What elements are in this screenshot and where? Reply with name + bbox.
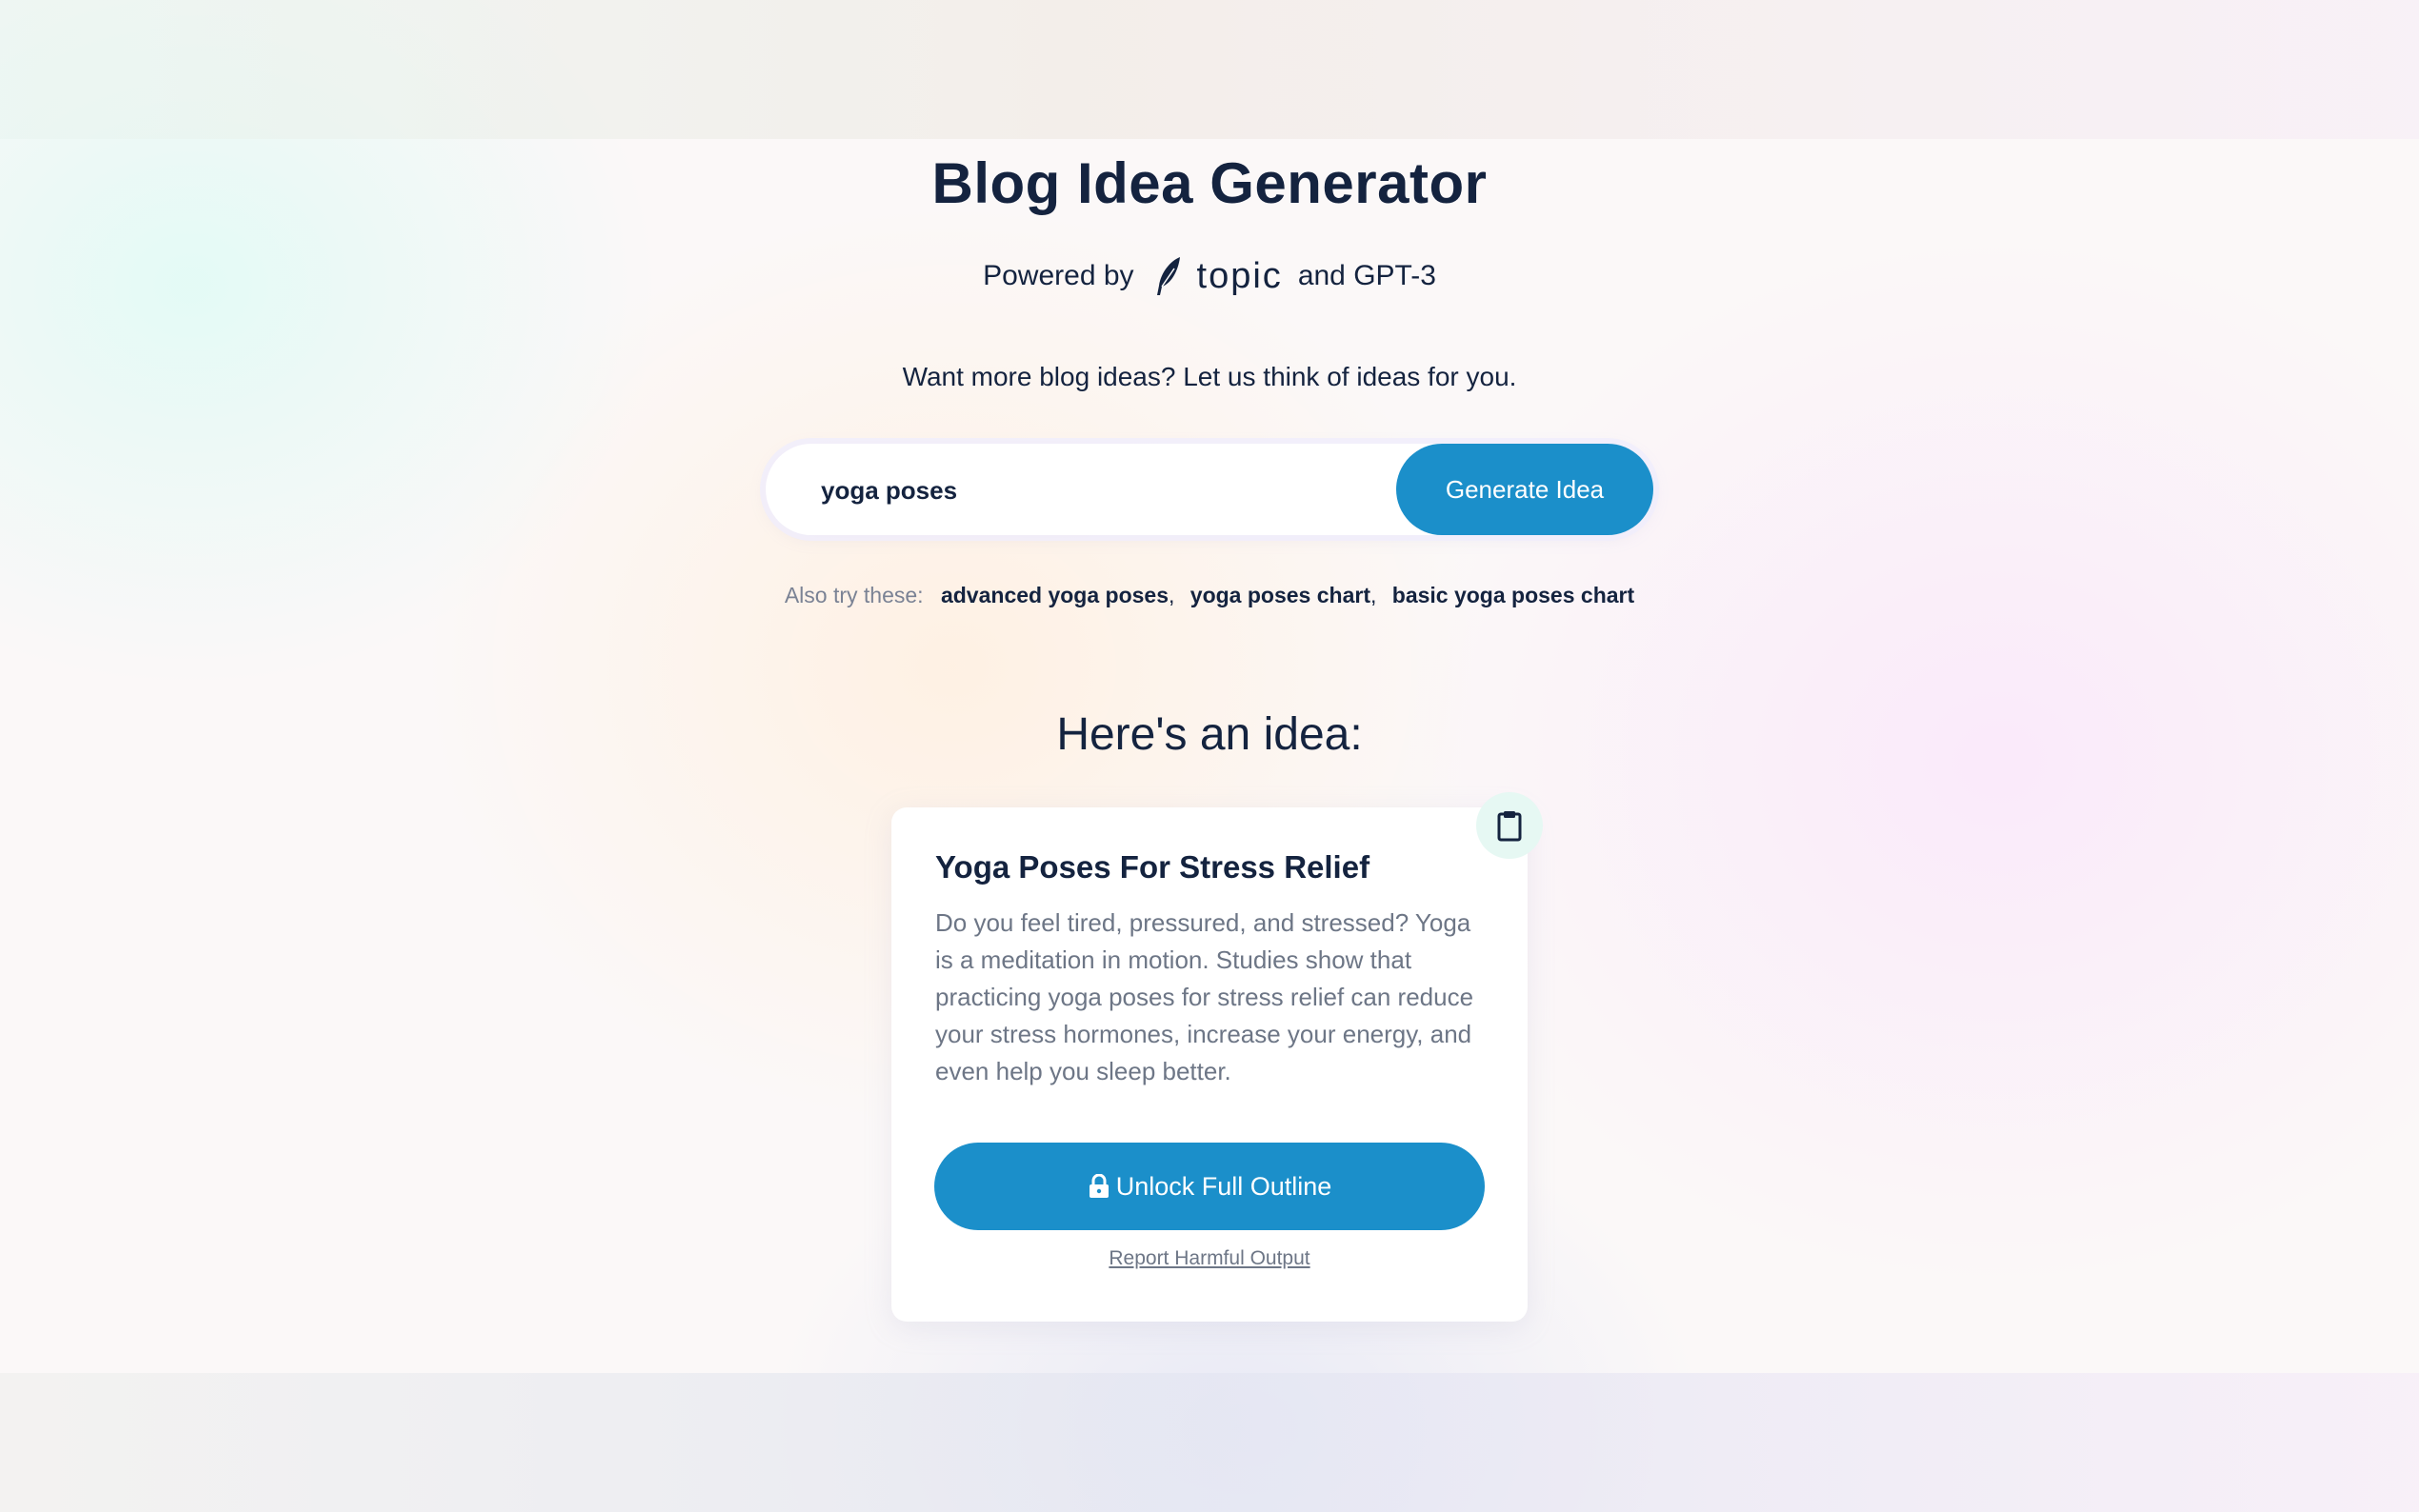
suggestions-row: Also try these: advanced yoga poses, yog…: [0, 583, 2419, 608]
suggestion-link[interactable]: advanced yoga poses: [941, 583, 1169, 607]
tagline: Want more blog ideas? Let us think of id…: [902, 362, 1517, 391]
suggestions-label: Also try these:: [784, 583, 924, 607]
unlock-label: Unlock Full Outline: [1115, 1171, 1332, 1201]
clipboard-icon: [1497, 811, 1522, 842]
top-background-band: [0, 0, 2419, 139]
unlock-full-outline-button[interactable]: Unlock Full Outline: [934, 1143, 1485, 1230]
suggestion-separator: ,: [1169, 583, 1175, 607]
suggestion-link[interactable]: basic yoga poses chart: [1392, 583, 1634, 607]
brand-name[interactable]: topic: [1197, 256, 1283, 297]
powered-by-line: Powered by topic and GPT-3: [0, 255, 2419, 297]
powered-by-prefix: Powered by: [983, 260, 1134, 291]
suggestion-separator: ,: [1369, 583, 1377, 607]
powered-by-suffix: and GPT-3: [1297, 260, 1436, 291]
feather-icon: [1156, 257, 1180, 295]
result-heading: Here's an idea:: [1056, 709, 1363, 760]
search-bar: Generate Idea: [766, 444, 1653, 537]
idea-title: Yoga Poses For Stress Relief: [935, 849, 1370, 885]
copy-button[interactable]: [1476, 792, 1543, 859]
idea-description: Do you feel tired, pressured, and stress…: [935, 908, 1474, 1085]
topic-input[interactable]: [819, 444, 1356, 537]
lock-icon: [1089, 1174, 1109, 1198]
bottom-background-band: [0, 1373, 2419, 1512]
report-harmful-output-link[interactable]: Report Harmful Output: [891, 1247, 1528, 1270]
page-title: Blog Idea Generator: [931, 151, 1488, 215]
generate-idea-button[interactable]: Generate Idea: [1396, 444, 1653, 535]
idea-card: Yoga Poses For Stress Relief Do you feel…: [891, 807, 1528, 1322]
suggestion-link[interactable]: yoga poses chart: [1190, 583, 1370, 607]
